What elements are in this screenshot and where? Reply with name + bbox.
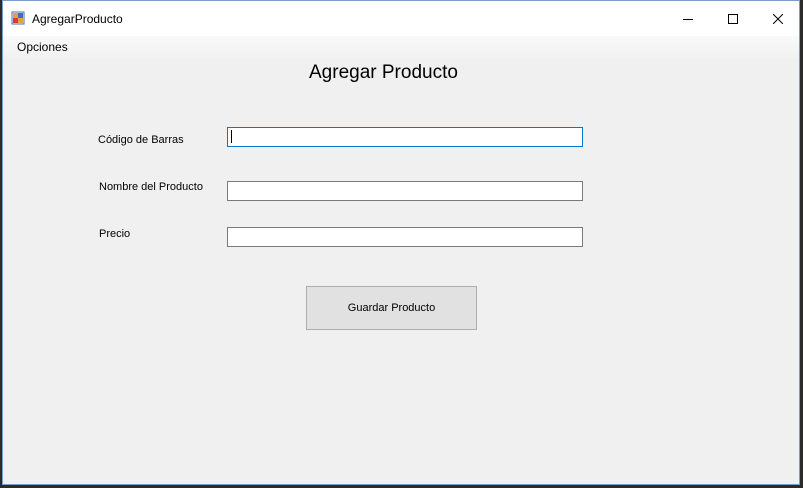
maximize-icon bbox=[728, 13, 738, 24]
text-caret bbox=[231, 130, 232, 143]
save-product-button[interactable]: Guardar Producto bbox=[306, 286, 477, 330]
minimize-icon bbox=[683, 18, 693, 20]
minimize-button[interactable] bbox=[665, 1, 711, 36]
close-icon bbox=[773, 13, 783, 24]
price-input[interactable] bbox=[227, 227, 583, 247]
barcode-label: Código de Barras bbox=[98, 134, 184, 146]
menu-item-opciones[interactable]: Opciones bbox=[17, 40, 68, 54]
app-window: AgregarProducto Opciones Agregar Product… bbox=[2, 0, 800, 485]
title-bar[interactable]: AgregarProducto bbox=[3, 1, 799, 36]
price-label: Precio bbox=[99, 228, 131, 240]
menu-bar: Opciones bbox=[3, 36, 799, 58]
close-button[interactable] bbox=[755, 1, 799, 36]
app-icon bbox=[11, 11, 25, 25]
maximize-button[interactable] bbox=[710, 1, 756, 36]
barcode-input[interactable] bbox=[227, 127, 583, 147]
product-name-label: Nombre del Producto bbox=[99, 181, 203, 193]
form-title: Agregar Producto bbox=[309, 62, 458, 83]
window-title: AgregarProducto bbox=[32, 12, 123, 26]
product-name-input[interactable] bbox=[227, 181, 583, 201]
